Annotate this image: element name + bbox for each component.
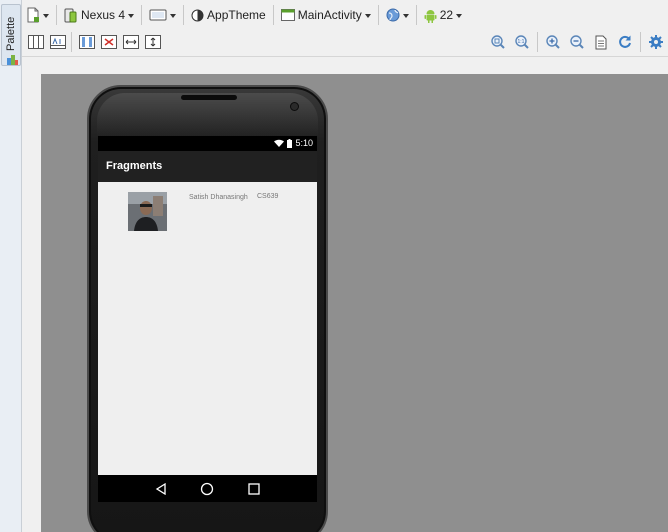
document-icon [595, 35, 607, 49]
student-name: Satish Dhanasingh [189, 194, 248, 201]
toolbar-separator [537, 32, 538, 52]
fragment-content[interactable]: Satish Dhanasingh CS639 [98, 182, 317, 475]
toolbar-separator [377, 5, 379, 25]
refresh-icon [619, 35, 631, 48]
clear-weights-icon [101, 35, 117, 49]
palette-label: Palette [5, 16, 17, 51]
zoom-in-button[interactable] [543, 32, 563, 52]
device-label: Nexus 4 [81, 8, 126, 22]
zoom-out-button[interactable] [567, 32, 587, 52]
theme-label: AppTheme [207, 8, 266, 22]
activity-icon [280, 9, 295, 21]
device-speaker [181, 95, 237, 100]
back-icon[interactable] [155, 482, 167, 495]
device-selector[interactable]: Nexus 4 [60, 3, 138, 27]
toolbar-separator [141, 5, 143, 25]
toolbar-primary: Nexus 4 AppTheme MainActivity 22 [22, 0, 668, 30]
chevron-down-icon [128, 13, 135, 18]
svg-text:1:1: 1:1 [518, 39, 525, 45]
toolbar-separator [272, 5, 274, 25]
android-icon [424, 9, 437, 23]
chevron-down-icon [456, 13, 463, 18]
action-bar-title: Fragments [106, 160, 163, 172]
chevron-down-icon [402, 13, 409, 18]
profile-photo [128, 192, 167, 231]
navigation-bar [98, 475, 317, 502]
vertical-fill-button[interactable] [144, 33, 162, 51]
toolbar-secondary: 1:1 [22, 30, 668, 54]
toolbar-separator [71, 32, 72, 52]
zoom-to-fit-button[interactable] [488, 32, 508, 52]
zoom-in-icon [546, 35, 560, 49]
locale-selector[interactable] [382, 3, 413, 27]
toolbar-separator [56, 5, 57, 25]
action-bar: Fragments [98, 151, 317, 182]
status-bar: 5:10 [98, 136, 317, 151]
settings-button[interactable] [646, 32, 666, 52]
theme-icon [191, 9, 204, 21]
file-icon [27, 7, 39, 23]
battery-icon [287, 138, 293, 148]
chevron-down-icon [364, 13, 371, 18]
chevron-down-icon [170, 13, 177, 18]
palette-strip: Palette [0, 0, 22, 532]
activity-selector[interactable]: MainActivity [277, 3, 375, 27]
screenshot-button[interactable] [591, 32, 611, 52]
theme-selector[interactable]: AppTheme [187, 3, 270, 27]
columns-icon [28, 35, 44, 49]
device-camera [290, 102, 299, 111]
toolbar-separator [640, 32, 641, 52]
zoom-fit-icon [491, 35, 505, 49]
baseline-icon [50, 35, 66, 49]
refresh-button[interactable] [615, 32, 635, 52]
layout-editor: Palette Nexus 4 AppTheme MainActivity 22… [0, 0, 668, 532]
gear-icon [649, 35, 663, 49]
orientation-selector[interactable] [145, 3, 180, 27]
distribute-icon [79, 35, 95, 49]
zoom-out-icon [570, 35, 584, 49]
clear-constraints-button[interactable] [100, 33, 118, 51]
status-time: 5:10 [295, 138, 313, 148]
columns-button[interactable] [27, 33, 45, 51]
horizontal-fill-button[interactable] [122, 33, 140, 51]
globe-icon [386, 8, 400, 22]
recents-icon[interactable] [248, 482, 260, 495]
api-level-selector[interactable]: 22 [420, 3, 466, 27]
orientation-icon [149, 9, 167, 21]
distribute-button[interactable] [78, 33, 96, 51]
status-indicators: 5:10 [274, 138, 313, 148]
activity-label: MainActivity [297, 8, 362, 22]
zoom-tools: 1:1 [486, 30, 668, 54]
horizontal-fill-icon [123, 35, 139, 49]
device-icon [64, 8, 77, 22]
chevron-down-icon [43, 13, 49, 18]
toolbar-separator [183, 5, 185, 25]
device-screen: 5:10 Fragments Satish Dhanasingh CS639 [98, 136, 317, 502]
api-level-label: 22 [439, 8, 454, 22]
baseline-button[interactable] [49, 33, 67, 51]
wifi-icon [274, 139, 285, 147]
zoom-actual-icon: 1:1 [515, 35, 529, 49]
zoom-actual-button[interactable]: 1:1 [512, 32, 532, 52]
home-icon[interactable] [200, 482, 214, 496]
new-file-dropdown[interactable] [22, 3, 53, 27]
toolbar-separator [415, 5, 417, 25]
person-photo-icon [128, 192, 167, 231]
course-code: CS639 [257, 193, 279, 200]
palette-icon [7, 55, 18, 65]
vertical-fill-icon [145, 35, 161, 49]
palette-tab[interactable]: Palette [1, 4, 21, 66]
